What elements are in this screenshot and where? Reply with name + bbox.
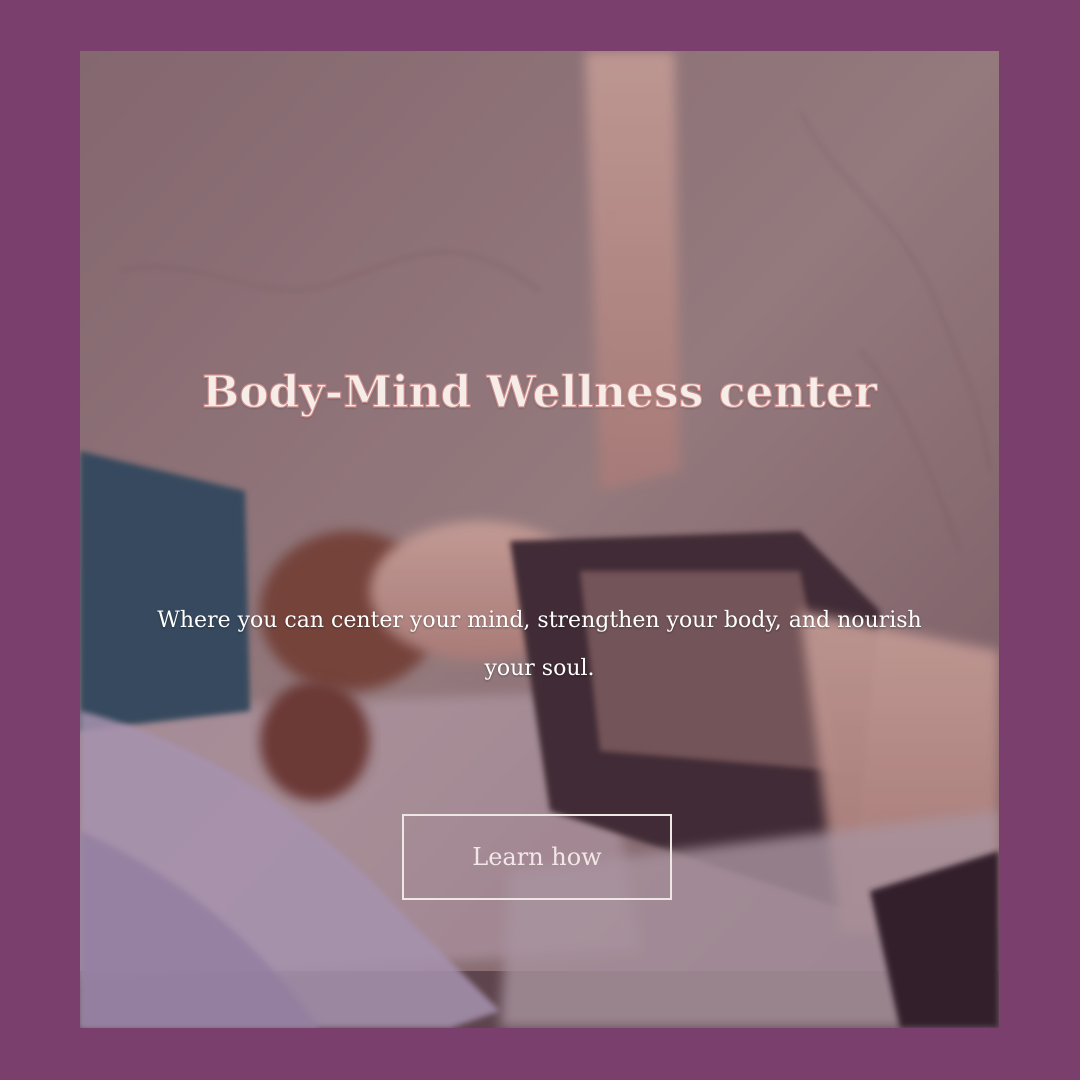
hero-subtitle: Where you can center your mind, strength…: [157, 608, 922, 681]
hero-section: Body-Mind Wellness center Where you can …: [80, 51, 999, 1028]
hero-title: Body-Mind Wellness center: [201, 366, 877, 418]
learn-how-button[interactable]: Learn how: [402, 814, 672, 900]
